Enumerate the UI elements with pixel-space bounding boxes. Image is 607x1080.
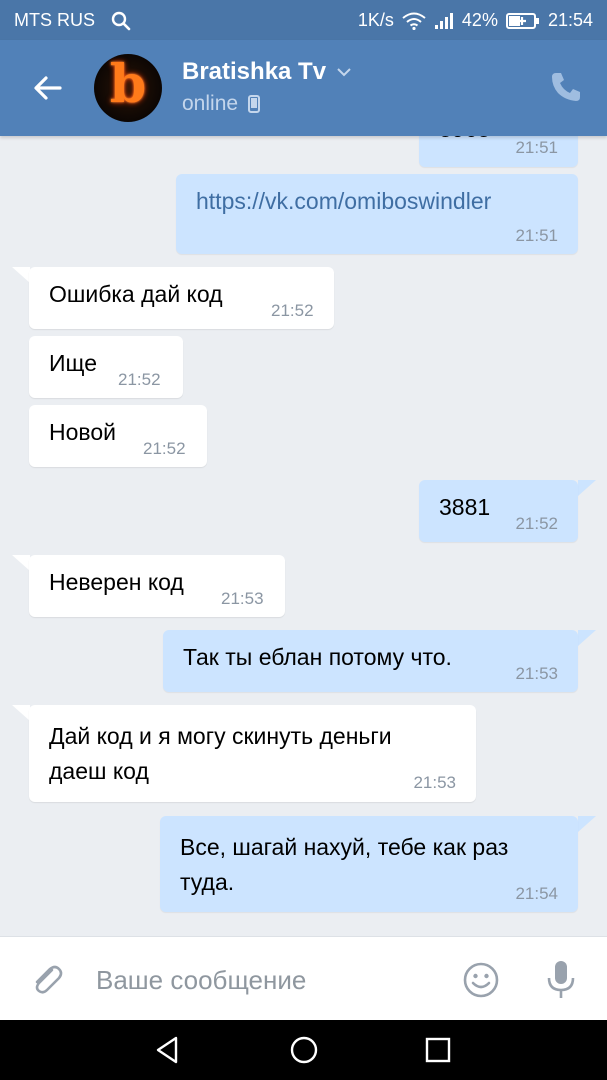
contact-status-row: online — [182, 92, 261, 116]
message-outgoing[interactable]: 3963 21:51 — [419, 136, 578, 167]
message-incoming[interactable]: Новой 21:52 — [29, 405, 207, 467]
contact-status: online — [182, 92, 239, 115]
attach-icon[interactable] — [28, 961, 66, 999]
message-text: Ище — [49, 350, 97, 376]
message-time: 21:53 — [515, 664, 558, 683]
message-line: туда. — [180, 869, 235, 895]
clock: 21:54 — [547, 10, 593, 30]
message-incoming[interactable]: Неверен код 21:53 — [29, 555, 285, 617]
wifi-icon — [402, 12, 426, 30]
message-list[interactable]: 3963 21:51 https://vk.com/omiboswindler … — [0, 136, 607, 936]
bubble-tail — [12, 555, 30, 571]
nav-home-icon[interactable] — [288, 1034, 320, 1066]
message-incoming[interactable]: Ище 21:52 — [29, 336, 183, 398]
message-input[interactable] — [96, 961, 436, 999]
message-text: 3963 — [439, 136, 490, 143]
message-outgoing[interactable]: 3881 21:52 — [419, 480, 578, 542]
microphone-icon[interactable] — [542, 959, 580, 1001]
message-outgoing[interactable]: Все, шагай нахуй, тебе как раз туда. 21:… — [160, 816, 578, 912]
bubble-tail — [578, 630, 596, 646]
avatar-letter: b — [109, 54, 147, 115]
message-incoming[interactable]: Дай код и я могу скинуть деньги даеш код… — [29, 705, 476, 802]
message-link[interactable]: https://vk.com/omiboswindler — [196, 188, 491, 215]
message-text: Ошибка дай код — [49, 281, 223, 307]
message-text: Все, шагай нахуй, тебе как раз туда. — [180, 830, 508, 900]
search-icon — [111, 11, 131, 30]
message-time: 21:51 — [515, 138, 558, 157]
back-arrow-icon[interactable] — [30, 70, 66, 106]
nav-back-icon[interactable] — [152, 1034, 184, 1066]
avatar[interactable]: b — [94, 54, 162, 122]
contact-name: Bratishka Tv — [182, 58, 327, 85]
message-outgoing[interactable]: Так ты еблан потому что. 21:53 — [163, 630, 578, 692]
bubble-tail — [578, 480, 596, 496]
message-time: 21:51 — [515, 226, 558, 245]
emoji-icon[interactable] — [462, 961, 500, 999]
message-time: 21:54 — [515, 884, 558, 903]
call-icon[interactable] — [549, 70, 583, 104]
message-line: Все, шагай нахуй, тебе как раз — [180, 834, 509, 860]
battery-percent: 42% — [461, 10, 498, 30]
nav-recents-icon[interactable] — [422, 1034, 454, 1066]
bubble-tail — [578, 816, 596, 832]
phone-device-icon — [248, 95, 261, 113]
message-composer — [0, 936, 607, 1021]
system-nav-bar — [0, 1020, 607, 1080]
chat-header: b Bratishka Tv online — [0, 40, 607, 136]
message-line: Дай код и я могу скинуть деньги — [49, 723, 392, 749]
message-text: Так ты еблан потому что. — [183, 644, 452, 670]
message-time: 21:52 — [515, 514, 558, 533]
bubble-tail — [12, 705, 30, 721]
message-text: Дай код и я могу скинуть деньги даеш код — [49, 719, 392, 789]
message-time: 21:52 — [143, 439, 186, 458]
status-bar: MTS RUS 1K/s 42% 21:54 — [0, 0, 607, 40]
message-line: даеш код — [49, 758, 149, 784]
message-time: 21:52 — [271, 301, 314, 320]
network-speed: 1K/s — [357, 10, 394, 30]
carrier-label: MTS RUS — [14, 10, 95, 30]
bubble-tail — [12, 267, 30, 283]
message-time: 21:53 — [221, 589, 264, 608]
battery-charging-icon — [505, 12, 539, 29]
signal-icon — [434, 12, 453, 29]
message-text: Новой — [49, 419, 117, 445]
message-text: 3881 — [439, 494, 491, 520]
message-time: 21:53 — [413, 773, 456, 792]
contact-name-row[interactable]: Bratishka Tv — [182, 58, 352, 86]
message-time: 21:52 — [118, 370, 161, 389]
message-outgoing[interactable]: https://vk.com/omiboswindler 21:51 — [176, 174, 578, 254]
chevron-down-icon — [337, 68, 351, 77]
message-text: Неверен код — [49, 569, 184, 595]
message-incoming[interactable]: Ошибка дай код 21:52 — [29, 267, 334, 329]
